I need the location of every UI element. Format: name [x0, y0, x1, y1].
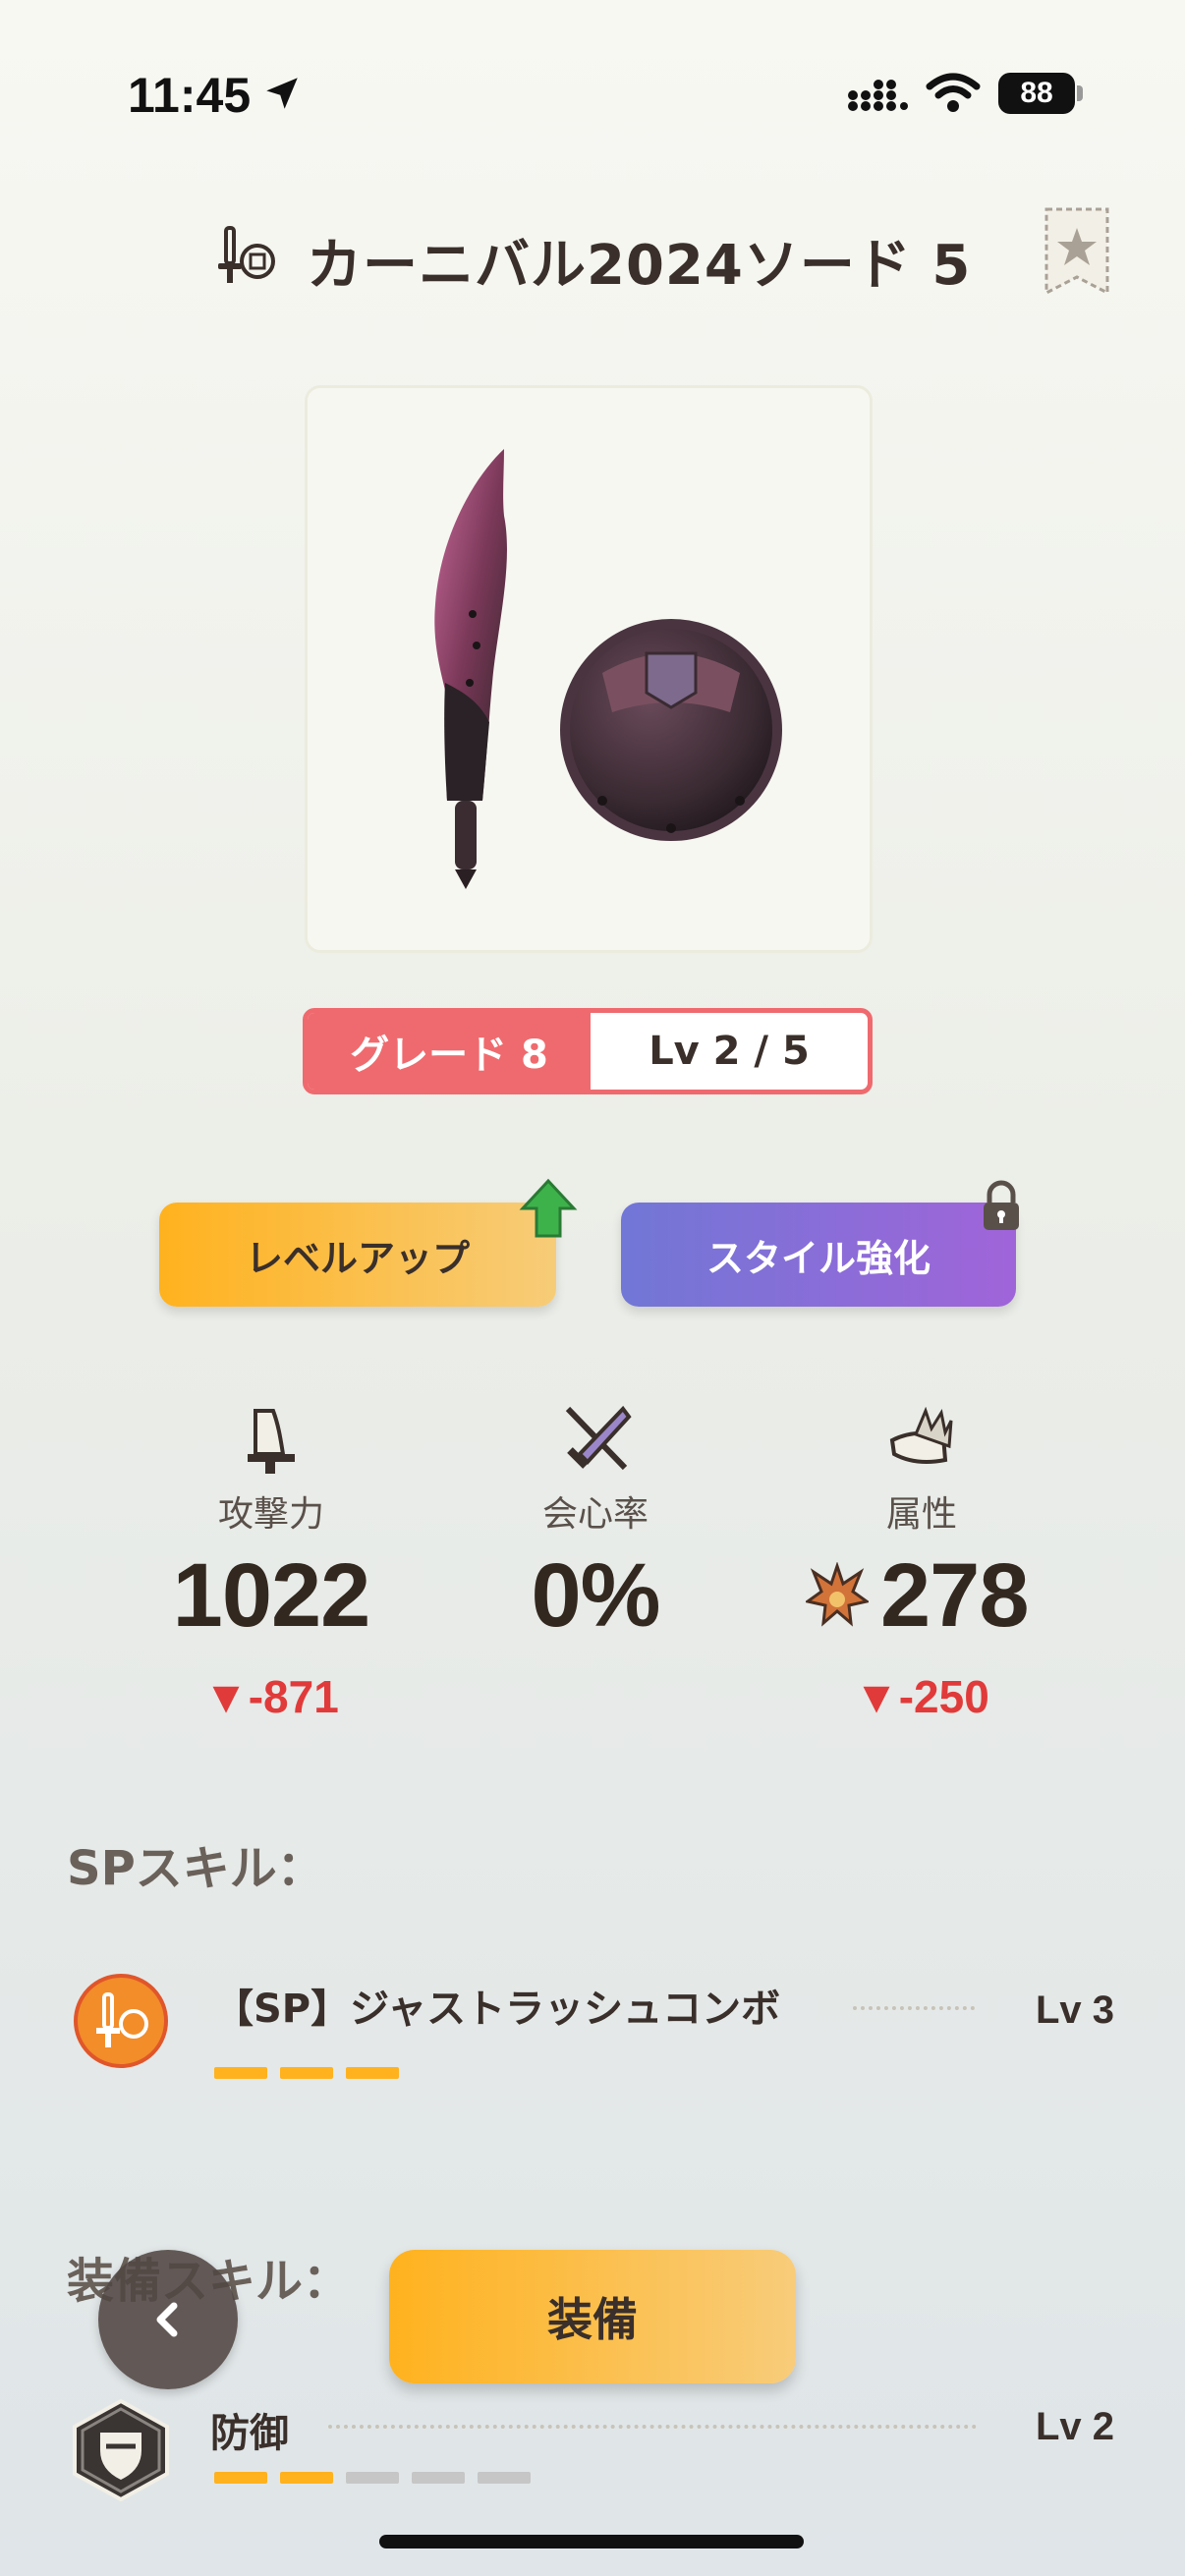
sp-skill-pip	[346, 2067, 399, 2079]
attack-value-wrap: 1022	[104, 1544, 438, 1648]
sp-skill-level-bar	[214, 2067, 607, 2081]
sp-skill-icon	[74, 1974, 168, 2068]
equip-skill-pip	[346, 2472, 399, 2484]
element-value: 278	[880, 1545, 1029, 1646]
arrow-up-icon	[519, 1178, 578, 1238]
crit-value: 0%	[531, 1545, 661, 1646]
crit-label: 会心率	[541, 1494, 649, 1535]
style-enhance-button[interactable]: スタイル強化	[621, 1203, 1016, 1307]
grade-level-badge: グレード 8 Lv 2 / 5	[303, 1008, 873, 1094]
level-label: Lv 2 / 5	[649, 1029, 810, 1074]
page-title: カーニバル2024ソード 5	[307, 234, 972, 298]
sp-skill-name: 【SP】ジャストラッシュコンボ	[214, 1987, 781, 2032]
location-arrow-icon	[266, 78, 298, 109]
attack-stat: 攻撃力	[104, 1485, 438, 1537]
level-up-button[interactable]: レベルアップ	[159, 1203, 556, 1307]
back-button[interactable]	[98, 2250, 238, 2389]
element-delta: ▼-250	[854, 1671, 989, 1722]
weapon-image	[434, 449, 782, 889]
sp-skill-leader	[853, 2006, 975, 2010]
sp-skill-level: Lv 3	[1036, 1988, 1115, 2032]
defense-icon	[73, 2398, 169, 2502]
element-label: 属性	[885, 1494, 957, 1535]
sp-skill-pip	[280, 2067, 333, 2079]
sp-skills-heading: SPスキル：	[67, 1841, 324, 1896]
element-value-wrap: 278	[880, 1544, 1029, 1648]
equip-button[interactable]: 装備	[389, 2250, 796, 2383]
lock-icon	[984, 1180, 1019, 1230]
crit-icon	[565, 1405, 632, 1471]
attack-delta: ▼-871	[203, 1671, 339, 1722]
battery-indicator: 88	[998, 73, 1075, 114]
element-stat: 属性	[755, 1485, 1089, 1537]
crit-value-wrap: 0%	[428, 1544, 762, 1648]
home-indicator	[379, 2535, 804, 2548]
status-time: 11:45	[128, 68, 252, 123]
equip-skill-leader	[328, 2425, 977, 2429]
equip-skill-level-bar	[214, 2472, 607, 2486]
equip-skill-pip	[478, 2472, 531, 2484]
sp-skill-pip	[214, 2067, 267, 2079]
sword-shield-icon	[218, 226, 275, 283]
weapon-image-card	[305, 385, 873, 953]
attack-delta-wrap: ▼-871	[104, 1670, 438, 1723]
battery-tip	[1077, 85, 1083, 101]
element-delta-wrap: ▼-250	[755, 1670, 1089, 1723]
element-icon	[889, 1407, 953, 1464]
bookmark-star-icon[interactable]	[1044, 206, 1110, 297]
attack-label: 攻撃力	[217, 1494, 324, 1535]
blast-icon	[806, 1562, 869, 1627]
wifi-icon	[926, 73, 981, 112]
grade-label: グレード 8	[308, 1013, 591, 1090]
attack-value: 1022	[172, 1545, 371, 1646]
crit-stat: 会心率	[428, 1485, 762, 1537]
equip-skill-pip	[280, 2472, 333, 2484]
equip-skill-name: 防御	[210, 2411, 289, 2456]
equip-skill-pip	[412, 2472, 465, 2484]
signal-icon	[848, 80, 908, 111]
equip-skill-pip	[214, 2472, 267, 2484]
attack-icon	[248, 1409, 295, 1474]
chevron-left-icon	[156, 2302, 178, 2337]
equip-skill-level: Lv 2	[1036, 2405, 1115, 2448]
